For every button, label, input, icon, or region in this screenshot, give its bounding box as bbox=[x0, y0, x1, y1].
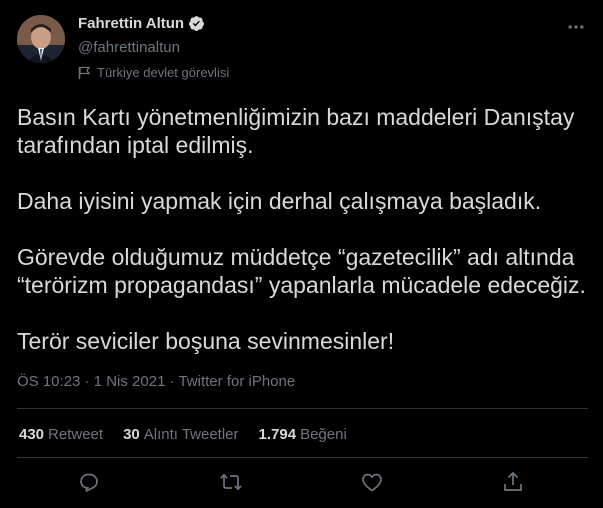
quotes-label: Alıntı Tweetler bbox=[143, 426, 239, 443]
retweets-stat[interactable]: 430 Retweet bbox=[19, 426, 103, 443]
retweets-label: Retweet bbox=[48, 426, 104, 443]
likes-count: 1.794 bbox=[258, 426, 297, 443]
government-label: Türkiye devlet görevlisi bbox=[78, 65, 229, 80]
avatar-photo bbox=[17, 15, 65, 63]
retweet-icon[interactable] bbox=[219, 470, 243, 494]
government-label-text: Türkiye devlet görevlisi bbox=[97, 65, 230, 80]
share-icon[interactable] bbox=[501, 470, 525, 494]
flag-icon bbox=[78, 66, 91, 79]
tweet-paragraph: Basın Kartı yönetmenliğimizin bazı madde… bbox=[17, 104, 575, 158]
tweet-card: Fahrettin Altun @fahrettinaltun Türkiye … bbox=[0, 0, 603, 508]
quotes-stat[interactable]: 30 Alıntı Tweetler bbox=[123, 426, 238, 443]
tweet-text: Basın Kartı yönetmenliğimizin bazı madde… bbox=[17, 103, 592, 383]
likes-label: Beğeni bbox=[300, 426, 347, 443]
divider bbox=[17, 408, 588, 409]
reply-icon[interactable] bbox=[77, 470, 101, 494]
likes-stat[interactable]: 1.794 Beğeni bbox=[259, 426, 347, 443]
author-display-name[interactable]: Fahrettin Altun bbox=[78, 15, 184, 32]
quotes-count: 30 bbox=[123, 426, 140, 443]
tweet-stats: 430 Retweet 30 Alıntı Tweetler 1.794 Beğeni bbox=[19, 426, 367, 443]
verified-badge-icon bbox=[189, 16, 205, 31]
like-icon[interactable] bbox=[360, 470, 384, 494]
action-bar bbox=[0, 470, 603, 500]
tweet-meta[interactable]: ÖS 10:23 · 1 Nis 2021 · Twitter for iPho… bbox=[17, 373, 295, 390]
tweet-paragraph: Görevde olduğumuz müddetçe “gazetecilik”… bbox=[17, 244, 586, 298]
tweet-paragraph: Daha iyisini yapmak için derhal çalışmay… bbox=[17, 188, 542, 214]
author-handle[interactable]: @fahrettinaltun bbox=[78, 39, 180, 56]
avatar[interactable] bbox=[17, 15, 65, 63]
author-name-row: Fahrettin Altun bbox=[78, 15, 205, 32]
tweet-paragraph: Terör seviciler boşuna sevinmesinler! bbox=[17, 328, 395, 354]
retweets-count: 430 bbox=[19, 426, 45, 443]
more-options-icon[interactable] bbox=[566, 17, 586, 37]
divider bbox=[17, 457, 588, 458]
